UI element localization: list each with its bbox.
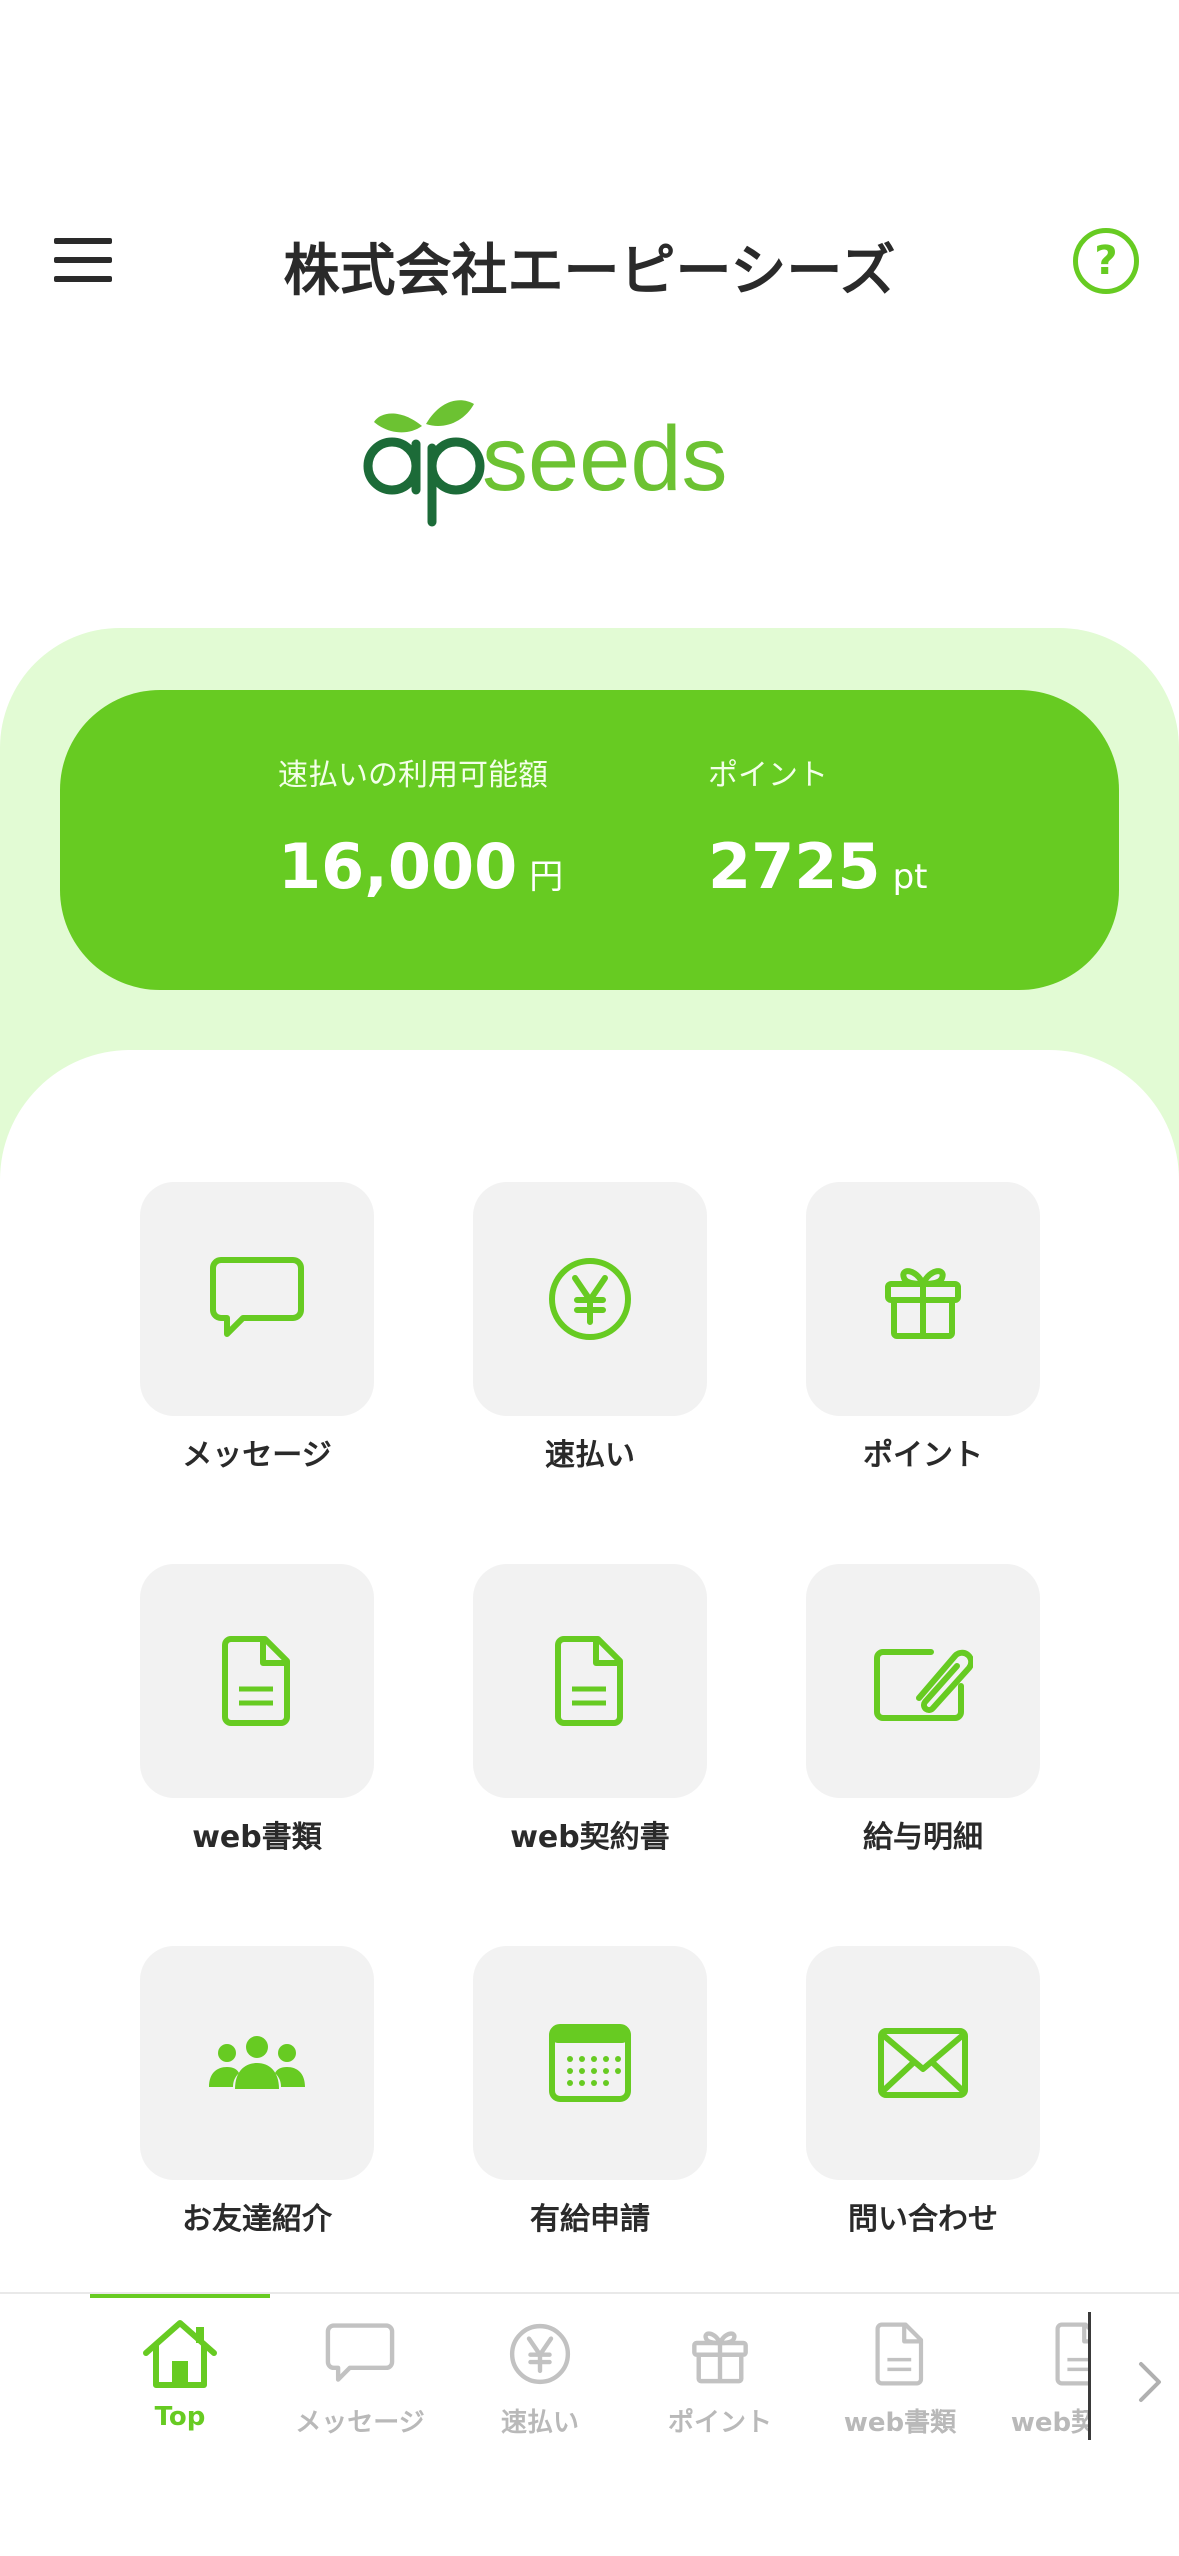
document-icon — [875, 2322, 924, 2386]
menu-tile-label: web書類 — [192, 1820, 322, 1855]
nav-tab-message[interactable]: メッセージ — [270, 2312, 450, 2439]
yen-icon — [549, 1258, 631, 1340]
menu-tile-label: 速払い — [545, 1438, 635, 1473]
nav-tab-label: メッセージ — [295, 2408, 425, 2438]
bottom-navigation: Top メッセージ 速払い ポイント web書類 web契 — [0, 2292, 1179, 2556]
logo-seeds-text: seeds — [482, 408, 728, 510]
menu-tile-label: 問い合わせ — [848, 2202, 998, 2237]
active-tab-indicator — [90, 2294, 270, 2298]
nav-scroll-divider — [1088, 2312, 1091, 2440]
mail-icon — [878, 2028, 968, 2098]
home-icon — [143, 2320, 217, 2388]
menu-tile-label: ポイント — [863, 1438, 983, 1473]
menu-tile-label: お友達紹介 — [182, 2202, 332, 2237]
menu-tile-payslip[interactable]: 給与明細 — [806, 1564, 1040, 1856]
nav-tab-label: Top — [154, 2402, 206, 2432]
menu-tile-label: メッセージ — [182, 1438, 332, 1473]
nav-tab-points[interactable]: ポイント — [630, 2312, 810, 2439]
nav-tab-quick-pay[interactable]: 速払い — [450, 2312, 630, 2439]
nav-tab-label: web書類 — [843, 2408, 957, 2438]
points-unit: pt — [892, 857, 928, 897]
payout-balance: 速払いの利用可能額 16,000 円 — [278, 750, 563, 903]
gift-icon — [885, 1268, 961, 1339]
menu-tile-referral[interactable]: お友達紹介 — [140, 1946, 374, 2238]
message-icon — [325, 2323, 395, 2382]
page-title: 株式会社エーピーシーズ — [283, 239, 896, 304]
menu-tile-message[interactable]: メッセージ — [140, 1182, 374, 1474]
people-icon — [209, 2036, 305, 2089]
nav-tab-web-documents[interactable]: web書類 — [810, 2312, 990, 2439]
nav-tab-label: 速払い — [500, 2408, 579, 2438]
payout-unit: 円 — [529, 857, 564, 897]
balance-card: 速払いの利用可能額 16,000 円 ポイント 2725 pt — [60, 690, 1119, 990]
nav-tab-web-contract[interactable]: web契約書 — [990, 2312, 1090, 2439]
menu-tile-label: web契約書 — [510, 1820, 670, 1855]
menu-tile-label: 給与明細 — [863, 1820, 983, 1855]
yen-icon — [509, 2323, 571, 2385]
app-header: 株式会社エーピーシーズ ? — [0, 200, 1179, 322]
nav-tab-top[interactable]: Top — [90, 2312, 270, 2432]
points-value: 2725 — [708, 830, 881, 903]
help-icon[interactable]: ? — [1073, 228, 1139, 294]
document-icon — [1055, 2322, 1090, 2386]
points-balance: ポイント 2725 pt — [708, 750, 927, 903]
gift-icon — [692, 2331, 748, 2384]
calendar-icon — [549, 2024, 631, 2102]
menu-tile-label: 有給申請 — [530, 2202, 650, 2237]
payout-label: 速払いの利用可能額 — [278, 758, 548, 793]
menu-tile-web-contract[interactable]: web契約書 — [473, 1564, 707, 1856]
chevron-right-icon[interactable] — [1130, 2342, 1170, 2422]
payslip-clip-icon — [874, 1649, 973, 1721]
apseeds-logo: seeds — [360, 378, 820, 538]
menu-tile-quick-pay[interactable]: 速払い — [473, 1182, 707, 1474]
payout-value: 16,000 — [278, 830, 518, 903]
menu-grid: メッセージ 速払い ポイント web書類 web契約書 給与明細 お友達紹介 有… — [0, 1050, 1179, 2290]
menu-tile-contact[interactable]: 問い合わせ — [806, 1946, 1040, 2238]
bottom-nav-scroll[interactable]: Top メッセージ 速払い ポイント web書類 web契 — [0, 2294, 1090, 2556]
document-icon — [222, 1636, 290, 1726]
document-icon — [555, 1636, 623, 1726]
menu-tile-web-documents[interactable]: web書類 — [140, 1564, 374, 1856]
menu-tile-paid-leave[interactable]: 有給申請 — [473, 1946, 707, 2238]
points-label: ポイント — [708, 758, 828, 793]
menu-tile-points[interactable]: ポイント — [806, 1182, 1040, 1474]
message-icon — [210, 1257, 304, 1337]
nav-tab-label: web契約書 — [1010, 2408, 1090, 2438]
nav-tab-label: ポイント — [667, 2408, 772, 2438]
